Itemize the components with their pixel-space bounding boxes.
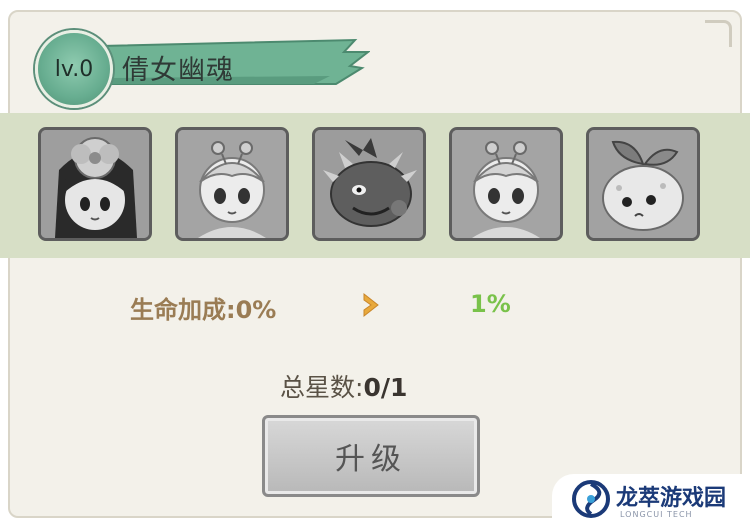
panel-corner-decoration <box>705 20 732 47</box>
upgrade-button-label: 升级 <box>335 442 407 477</box>
portrait-slot-5[interactable] <box>586 127 700 241</box>
level-badge: lv.0 <box>35 30 113 108</box>
hero-name: 倩女幽魂 <box>122 55 234 86</box>
site-watermark: 龙萃游戏园 LONGCUI TECH <box>552 474 742 524</box>
leaf-blob-creature-portrait-icon <box>589 130 697 238</box>
boy-sprout-hair-portrait-icon <box>178 130 286 238</box>
portrait-slot-3[interactable] <box>312 127 426 241</box>
girl-flower-hat-portrait-icon <box>41 130 149 238</box>
hp-bonus-current: 生命加成:0% <box>130 296 277 324</box>
boy-sprout-hair-portrait-icon <box>452 130 560 238</box>
star-total: 总星数:0/1 <box>280 368 407 404</box>
star-total-label: 总星数: <box>280 373 364 402</box>
portrait-strip <box>0 113 750 258</box>
portrait-slot-1[interactable] <box>38 127 152 241</box>
portrait-slot-4[interactable] <box>449 127 563 241</box>
watermark-subtitle: LONGCUI TECH <box>620 510 693 519</box>
portrait-slot-2[interactable] <box>175 127 289 241</box>
hp-bonus-next: 1% <box>470 290 511 318</box>
watermark-logo-icon <box>572 480 610 518</box>
star-total-value: 0/1 <box>363 373 408 402</box>
level-text: lv.0 <box>54 56 94 82</box>
upgrade-button[interactable]: 升级 <box>262 415 480 497</box>
watermark-title: 龙萃游戏园 <box>616 486 727 511</box>
horned-monster-portrait-icon <box>315 130 423 238</box>
chevron-right-icon <box>363 292 379 318</box>
title-ribbon: 倩女幽魂 <box>100 38 370 92</box>
